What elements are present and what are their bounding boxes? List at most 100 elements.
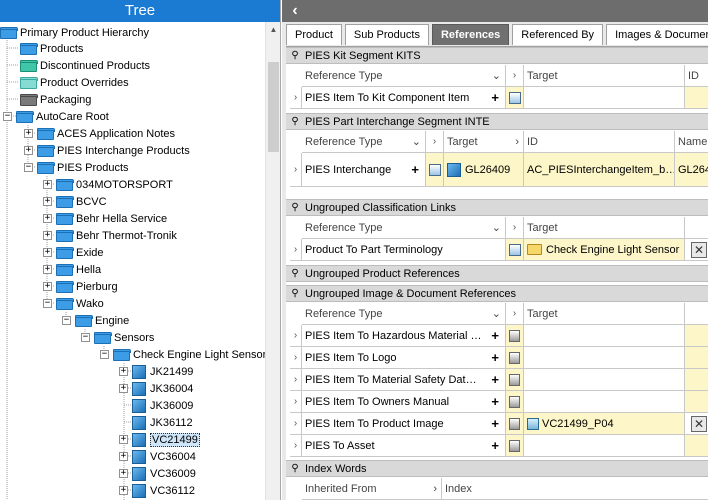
row-expander-icon[interactable]: ›: [290, 239, 302, 261]
column-header-inherited-from[interactable]: Inherited From ›: [302, 478, 442, 500]
tree-node-discontinued-products[interactable]: Discontinued Products: [20, 57, 150, 74]
tree-node-pies-interchange-products[interactable]: + PIES Interchange Products: [24, 142, 190, 159]
add-reference-button[interactable]: +: [491, 438, 499, 453]
tree-node-product-overrides[interactable]: Product Overrides: [20, 74, 129, 91]
expand-icon[interactable]: +: [119, 384, 128, 393]
target-cell[interactable]: VC21499_P04: [524, 413, 685, 435]
expand-icon[interactable]: +: [24, 146, 33, 155]
tree-node-wako[interactable]: − Wako: [43, 295, 104, 312]
column-header-target[interactable]: Target: [524, 217, 685, 239]
tab-sub-products[interactable]: Sub Products: [344, 24, 429, 45]
tree-node-vc36009[interactable]: + VC36009: [119, 465, 196, 482]
add-reference-button[interactable]: +: [491, 328, 499, 343]
pin-icon[interactable]: ⚲: [289, 463, 301, 474]
tree-node-products[interactable]: Products: [20, 40, 83, 57]
link-target-icon[interactable]: [506, 87, 524, 109]
remove-reference-button[interactable]: ✕: [691, 415, 707, 432]
column-header-target[interactable]: Target: [524, 303, 685, 325]
column-header-reference-type[interactable]: Reference Type ⌄: [302, 303, 506, 325]
row-expander-icon[interactable]: ›: [290, 435, 302, 457]
collapse-icon[interactable]: −: [43, 299, 52, 308]
section-header-kit[interactable]: ⚲ PIES Kit Segment KITS: [286, 47, 708, 64]
target-cell[interactable]: [524, 435, 685, 457]
target-cell[interactable]: Check Engine Light Sensor: [524, 239, 685, 261]
row-expander-icon[interactable]: ›: [290, 87, 302, 109]
column-nav-icon[interactable]: ›: [426, 131, 444, 153]
collapse-icon[interactable]: −: [3, 112, 12, 121]
column-header-reference-type[interactable]: Reference Type ⌄: [302, 131, 426, 153]
section-header-part-interchange[interactable]: ⚲ PIES Part Interchange Segment INTE: [286, 113, 708, 130]
row-expander-icon[interactable]: ›: [290, 347, 302, 369]
add-reference-button[interactable]: +: [491, 416, 499, 431]
link-target-icon[interactable]: [506, 413, 524, 435]
column-nav-icon[interactable]: ›: [506, 217, 524, 239]
column-header-reference-type[interactable]: Reference Type ⌄: [302, 65, 506, 87]
column-header-target[interactable]: Target ›: [444, 131, 524, 153]
collapse-icon[interactable]: −: [62, 316, 71, 325]
tab-references[interactable]: References: [431, 24, 510, 45]
row-expander-icon[interactable]: ›: [290, 413, 302, 435]
tree-node-pierburg[interactable]: + Pierburg: [43, 278, 118, 295]
column-header-name[interactable]: Name: [675, 131, 708, 153]
tree-node-aces-application-notes[interactable]: + ACES Application Notes: [24, 125, 175, 142]
tree-node-behr-thermot-tronik[interactable]: + Behr Thermot-Tronik: [43, 227, 177, 244]
section-header-product-references[interactable]: ⚲ Ungrouped Product References: [286, 265, 708, 282]
expand-icon[interactable]: +: [24, 129, 33, 138]
expand-icon[interactable]: +: [119, 486, 128, 495]
column-header-target[interactable]: Target: [524, 65, 685, 87]
add-reference-button[interactable]: +: [491, 372, 499, 387]
collapse-icon[interactable]: −: [81, 333, 90, 342]
expand-icon[interactable]: +: [43, 282, 52, 291]
tree-node-exide[interactable]: + Exide: [43, 244, 104, 261]
section-header-index-words[interactable]: ⚲ Index Words: [286, 460, 708, 477]
section-header-classification[interactable]: ⚲ Ungrouped Classification Links: [286, 199, 708, 216]
expand-icon[interactable]: +: [119, 435, 128, 444]
column-nav-icon[interactable]: ›: [506, 303, 524, 325]
unpin-icon[interactable]: ⚲: [289, 268, 301, 279]
tree-node-primary-product-hierarchy[interactable]: Primary Product Hierarchy: [0, 24, 149, 41]
column-header-index[interactable]: Index: [442, 478, 708, 500]
collapse-icon[interactable]: −: [24, 163, 33, 172]
column-header-reference-type[interactable]: Reference Type ⌄: [302, 217, 506, 239]
expand-icon[interactable]: +: [119, 367, 128, 376]
pin-icon[interactable]: ⚲: [289, 116, 301, 127]
tree-node-autocare-root[interactable]: − AutoCare Root: [3, 108, 109, 125]
column-nav-icon[interactable]: ›: [506, 65, 524, 87]
target-cell[interactable]: GL26409: [444, 153, 524, 187]
row-expander-icon[interactable]: ›: [290, 369, 302, 391]
tree-node-bcvc[interactable]: + BCVC: [43, 193, 107, 210]
tree-node-jk36004[interactable]: + JK36004: [119, 380, 193, 397]
tree-node-hella[interactable]: + Hella: [43, 261, 101, 278]
tree-node-sensors[interactable]: − Sensors: [81, 329, 154, 346]
tab-referenced-by[interactable]: Referenced By: [512, 24, 604, 45]
add-reference-button[interactable]: +: [491, 350, 499, 365]
column-header-id[interactable]: ID: [685, 65, 708, 87]
tree-node-jk36112[interactable]: JK36112: [132, 414, 193, 431]
pin-icon[interactable]: ⚲: [289, 288, 301, 299]
pin-icon[interactable]: ⚲: [289, 202, 301, 213]
target-cell[interactable]: [524, 87, 685, 109]
link-target-icon[interactable]: [506, 239, 524, 261]
section-header-image-document[interactable]: ⚲ Ungrouped Image & Document References: [286, 285, 708, 302]
tab-product[interactable]: Product: [286, 24, 342, 45]
link-target-icon[interactable]: [506, 325, 524, 347]
tree-node-behr-hella-service[interactable]: + Behr Hella Service: [43, 210, 167, 227]
tree-node-engine[interactable]: − Engine: [62, 312, 129, 329]
row-expander-icon[interactable]: ›: [290, 153, 302, 187]
target-cell[interactable]: [524, 325, 685, 347]
back-button[interactable]: ‹: [286, 2, 304, 20]
link-target-icon[interactable]: [506, 435, 524, 457]
expand-icon[interactable]: +: [43, 180, 52, 189]
link-target-icon[interactable]: [506, 391, 524, 413]
link-target-icon[interactable]: [506, 347, 524, 369]
link-target-icon[interactable]: [506, 369, 524, 391]
tree-node-034motorsport[interactable]: + 034MOTORSPORT: [43, 176, 173, 193]
expand-icon[interactable]: +: [43, 248, 52, 257]
expand-icon[interactable]: +: [43, 231, 52, 240]
expand-icon[interactable]: +: [119, 452, 128, 461]
column-header-id[interactable]: ID: [524, 131, 675, 153]
scroll-thumb[interactable]: [268, 62, 279, 152]
expand-icon[interactable]: +: [43, 197, 52, 206]
target-cell[interactable]: [524, 369, 685, 391]
tree-node-jk36009[interactable]: JK36009: [132, 397, 193, 414]
